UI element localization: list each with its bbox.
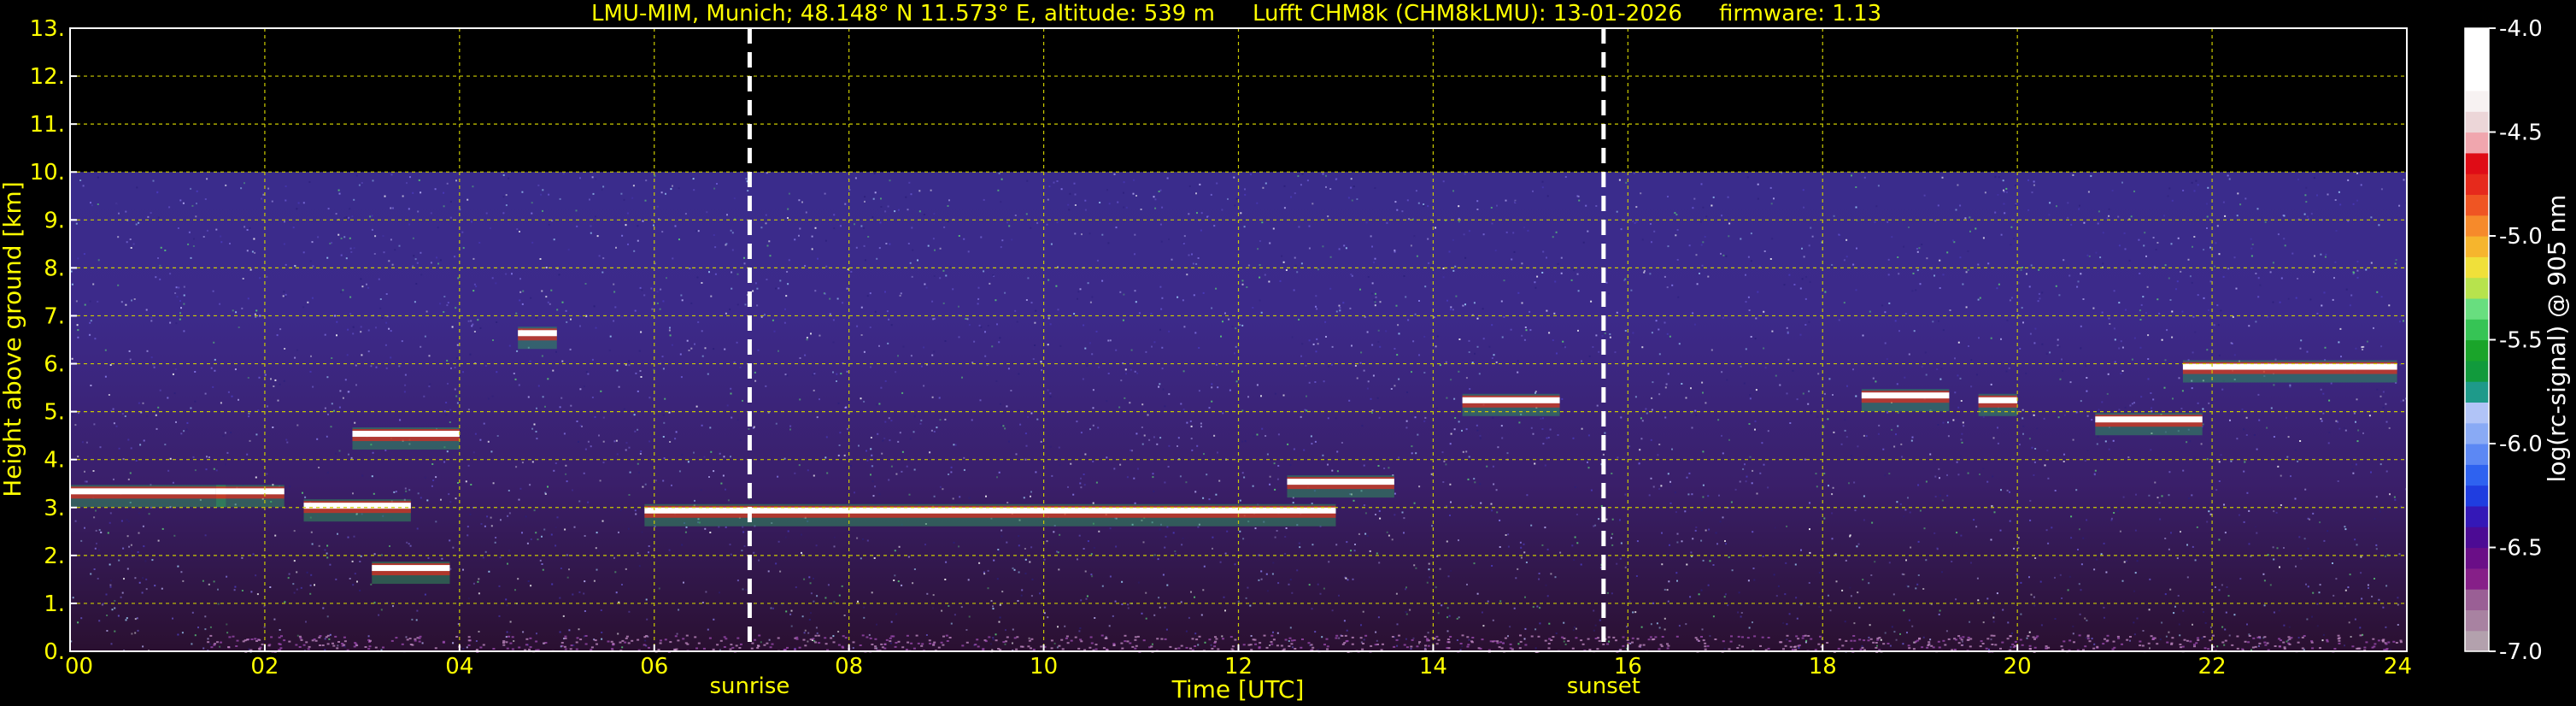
xtick-label-22: 22 [2198, 654, 2227, 680]
colorbar-segment-27 [2465, 69, 2489, 91]
colorbar-segment-0 [2465, 630, 2489, 652]
ytick-label-9: 9. [44, 208, 65, 233]
ytick-label-2: 2. [44, 544, 65, 569]
xtick-label-18: 18 [1809, 654, 1837, 680]
ytick-label-7: 7. [44, 303, 65, 329]
xtick-label-06: 06 [640, 654, 668, 680]
colorbar-label: log(rc-signal) @ 905 nm [2543, 195, 2571, 483]
cloud-layer-1 [215, 485, 285, 508]
colorbar-segment-23 [2465, 152, 2489, 174]
colorbar-segment-19 [2465, 236, 2489, 257]
colorbar-segment-28 [2465, 49, 2489, 71]
ytick-label-10: 10. [30, 160, 65, 185]
cloud-layer-3 [352, 427, 460, 450]
xtick-label-20: 20 [2004, 654, 2032, 680]
colorbar-segment-20 [2465, 215, 2489, 237]
colorbar-segment-9 [2465, 444, 2489, 465]
cloud-layer-10 [1978, 393, 2018, 416]
colorbar-segment-17 [2465, 277, 2489, 299]
colorbar-segment-7 [2465, 485, 2489, 507]
x-axis-label: Time [UTC] [1171, 675, 1305, 703]
ytick-label-11: 11. [30, 112, 65, 138]
cloud-layer-5 [518, 327, 557, 350]
colorbar-segment-2 [2465, 589, 2489, 610]
cloud-layer-8 [1462, 393, 1560, 416]
ytick-label-13: 13. [30, 16, 65, 42]
colorbar-segment-14 [2465, 339, 2489, 362]
xtick-label-10: 10 [1030, 654, 1058, 680]
colorbar-segment-26 [2465, 90, 2489, 112]
xtick-label-02: 02 [250, 654, 279, 680]
title-firmware: firmware: 1.13 [1719, 1, 1881, 26]
ytick-label-8: 8. [44, 256, 65, 281]
colorbar-segment-4 [2465, 547, 2489, 569]
cloud-layer-12 [2182, 360, 2397, 383]
colorbar-segment-1 [2465, 609, 2489, 632]
ytick-label-5: 5. [44, 400, 65, 426]
colorbar-segment-5 [2465, 527, 2489, 549]
cbtick-label--5.0: -5.0 [2499, 224, 2543, 250]
colorbar-segment-24 [2465, 132, 2489, 154]
cloud-layer-0 [70, 485, 226, 508]
colorbar-segment-3 [2465, 568, 2489, 590]
ytick-label-1: 1. [44, 591, 65, 617]
xtick-label-14: 14 [1419, 654, 1447, 680]
colorbar-segment-11 [2465, 402, 2489, 424]
cbtick-label--4.0: -4.0 [2499, 16, 2543, 42]
colorbar-segment-16 [2465, 297, 2489, 320]
ytick-label-3: 3. [44, 496, 65, 521]
y-axis-label: Height above ground [km] [0, 181, 26, 497]
cloud-layer-7 [1287, 475, 1394, 498]
cloud-layer-9 [1861, 389, 1950, 412]
ytick-label-0: 0. [44, 639, 65, 665]
cloud-layer-4 [372, 562, 450, 585]
colorbar-segment-21 [2465, 194, 2489, 216]
ytick-label-6: 6. [44, 352, 65, 378]
cbtick-label--6.5: -6.5 [2499, 536, 2543, 562]
xtick-label-08: 08 [835, 654, 863, 680]
cbtick-label--6.0: -6.0 [2499, 432, 2543, 457]
title-instrument: Lufft CHM8k (CHM8kLMU): 13-01-2026 [1253, 1, 1682, 26]
xtick-label-16: 16 [1614, 654, 1642, 680]
cbtick-label--5.5: -5.5 [2499, 328, 2543, 354]
colorbar-segment-6 [2465, 505, 2489, 527]
cloud-layer-2 [303, 499, 411, 522]
colorbar-segment-10 [2465, 422, 2489, 444]
colorbar-segment-8 [2465, 464, 2489, 486]
ytick-label-12: 12. [30, 64, 65, 90]
colorbar [2464, 27, 2490, 652]
colorbar-segment-13 [2465, 360, 2489, 382]
colorbar-segment-25 [2465, 111, 2489, 133]
xtick-label-00: 00 [65, 654, 93, 680]
colorbar-segment-29 [2465, 28, 2489, 50]
colorbar-segment-12 [2465, 381, 2489, 403]
xtick-label-04: 04 [445, 654, 473, 680]
colorbar-segment-18 [2465, 256, 2489, 279]
xtick-label-24: 24 [2384, 654, 2412, 680]
title-site: LMU-MIM, Munich; 48.148° N 11.573° E, al… [591, 1, 1215, 26]
colorbar-segment-22 [2465, 174, 2489, 195]
cloud-layer-11 [2095, 413, 2203, 436]
sunrise-label: sunrise [709, 674, 789, 699]
cbtick-label--4.5: -4.5 [2499, 121, 2543, 146]
colorbar-segment-15 [2465, 319, 2489, 341]
ceilometer-chart: LMU-MIM, Munich; 48.148° N 11.573° E, al… [0, 0, 2576, 706]
cbtick-label--7.0: -7.0 [2499, 639, 2543, 665]
ytick-label-4: 4. [44, 448, 65, 474]
